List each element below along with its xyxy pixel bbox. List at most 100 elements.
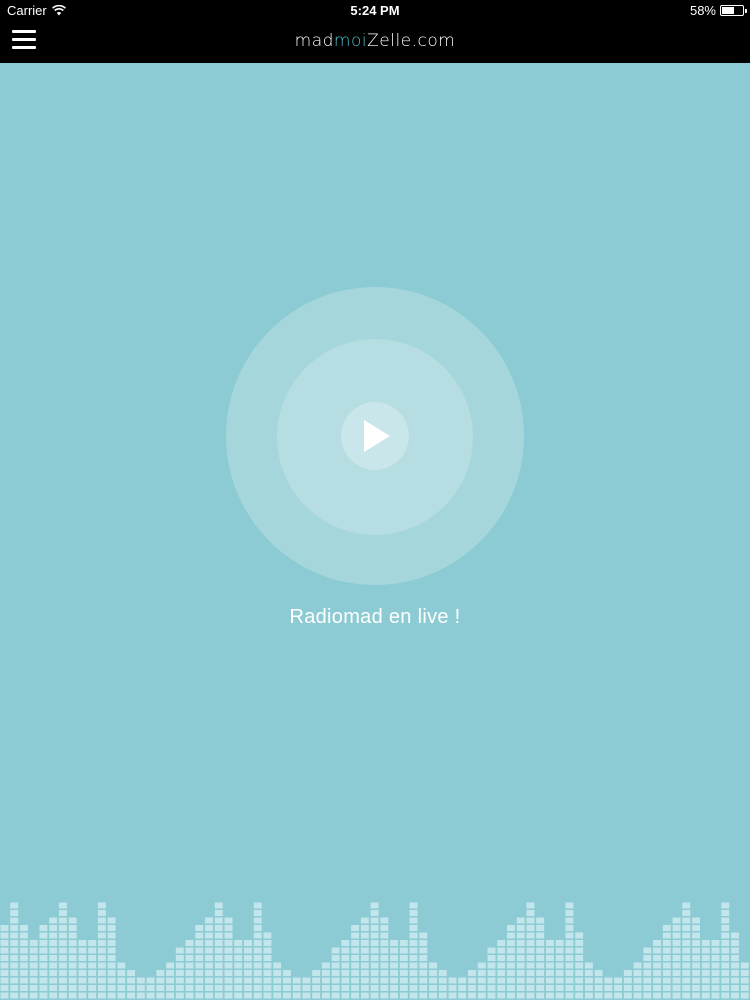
equalizer-cell — [360, 940, 369, 946]
equalizer-cell — [370, 970, 379, 976]
equalizer-cell — [195, 947, 204, 954]
equalizer-cell — [692, 962, 700, 969]
equalizer-cell — [39, 940, 48, 946]
equalizer-cell — [448, 992, 457, 999]
equalizer-cell — [273, 992, 282, 999]
equalizer-cell — [701, 970, 710, 976]
equalizer-bar — [360, 917, 369, 999]
equalizer-cell — [331, 985, 340, 991]
equalizer-bar — [438, 970, 447, 999]
equalizer-cell — [526, 955, 535, 961]
equalizer-cell — [97, 970, 106, 976]
equalizer-cell — [419, 962, 428, 969]
equalizer-cell — [731, 947, 739, 954]
equalizer-cell — [672, 962, 681, 969]
equalizer-cell — [88, 940, 97, 946]
equalizer-cell — [429, 970, 438, 976]
equalizer-cell — [682, 962, 691, 969]
equalizer-cell — [205, 925, 213, 931]
equalizer-cell — [117, 992, 126, 999]
equalizer-cell — [526, 985, 535, 991]
equalizer-cell — [370, 977, 379, 984]
equalizer-cell — [419, 985, 428, 991]
equalizer-cell — [205, 932, 213, 939]
equalizer-bar — [643, 947, 652, 999]
equalizer-cell — [360, 925, 369, 931]
equalizer-bar — [536, 917, 545, 999]
equalizer-cell — [0, 992, 9, 999]
equalizer-cell — [623, 992, 632, 999]
equalizer-cell — [468, 970, 476, 976]
status-bar: Carrier 5:24 PM 58% — [0, 0, 750, 22]
equalizer-cell — [244, 947, 252, 954]
equalizer-cell — [0, 977, 9, 984]
equalizer-cell — [273, 970, 282, 976]
equalizer-cell — [175, 970, 184, 976]
equalizer-cell — [58, 992, 67, 999]
equalizer-cell — [653, 940, 662, 946]
equalizer-cell — [399, 947, 408, 954]
equalizer-cell — [409, 917, 418, 924]
equalizer-cell — [58, 985, 67, 991]
equalizer-cell — [536, 947, 545, 954]
equalizer-cell — [701, 962, 710, 969]
equalizer-cell — [390, 992, 399, 999]
equalizer-cell — [545, 955, 554, 961]
equalizer-cell — [614, 977, 623, 984]
equalizer-cell — [360, 985, 369, 991]
equalizer-cell — [253, 962, 262, 969]
equalizer-cell — [565, 902, 574, 909]
equalizer-cell — [506, 925, 515, 931]
equalizer-cell — [292, 992, 301, 999]
equalizer-cell — [370, 925, 379, 931]
wifi-icon — [51, 5, 66, 16]
equalizer-cell — [565, 917, 574, 924]
equalizer-cell — [614, 992, 623, 999]
play-button[interactable] — [341, 402, 409, 470]
equalizer-cell — [19, 992, 28, 999]
equalizer-cell — [506, 955, 515, 961]
equalizer-cell — [331, 992, 340, 999]
equalizer-cell — [117, 962, 126, 969]
equalizer-cell — [39, 955, 48, 961]
equalizer-cell — [58, 932, 67, 939]
equalizer-bar — [58, 902, 67, 999]
equalizer-cell — [409, 947, 418, 954]
equalizer-cell — [604, 985, 613, 991]
site-logo[interactable]: madmoiZelle.com — [0, 31, 750, 51]
equalizer-cell — [341, 970, 350, 976]
equalizer-cell — [29, 970, 38, 976]
equalizer-cell — [516, 977, 525, 984]
equalizer-cell — [380, 992, 389, 999]
equalizer-cell — [107, 955, 116, 961]
equalizer-cell — [692, 985, 700, 991]
equalizer-cell — [565, 925, 574, 931]
equalizer-cell — [487, 962, 496, 969]
equalizer-cell — [68, 940, 77, 946]
equalizer-cell — [721, 917, 730, 924]
equalizer-cell — [516, 932, 525, 939]
equalizer-cell — [545, 940, 554, 946]
equalizer-cell — [185, 947, 194, 954]
equalizer-cell — [107, 947, 116, 954]
equalizer-cell — [156, 992, 165, 999]
equalizer-cell — [623, 970, 632, 976]
equalizer-cell — [711, 992, 720, 999]
equalizer-cell — [711, 955, 720, 961]
equalizer-cell — [662, 932, 671, 939]
equalizer-cell — [370, 947, 379, 954]
equalizer-cell — [399, 992, 408, 999]
equalizer-cell — [506, 970, 515, 976]
equalizer-cell — [234, 977, 243, 984]
equalizer-cell — [0, 947, 9, 954]
equalizer-cell — [584, 985, 593, 991]
equalizer-cell — [10, 940, 19, 946]
equalizer-bar — [341, 940, 350, 999]
equalizer-bar — [662, 925, 671, 999]
equalizer-bar — [39, 925, 48, 999]
equalizer-cell — [468, 992, 476, 999]
equalizer-cell — [643, 947, 652, 954]
equalizer-cell — [721, 902, 730, 909]
equalizer-cell — [545, 977, 554, 984]
equalizer-cell — [545, 962, 554, 969]
